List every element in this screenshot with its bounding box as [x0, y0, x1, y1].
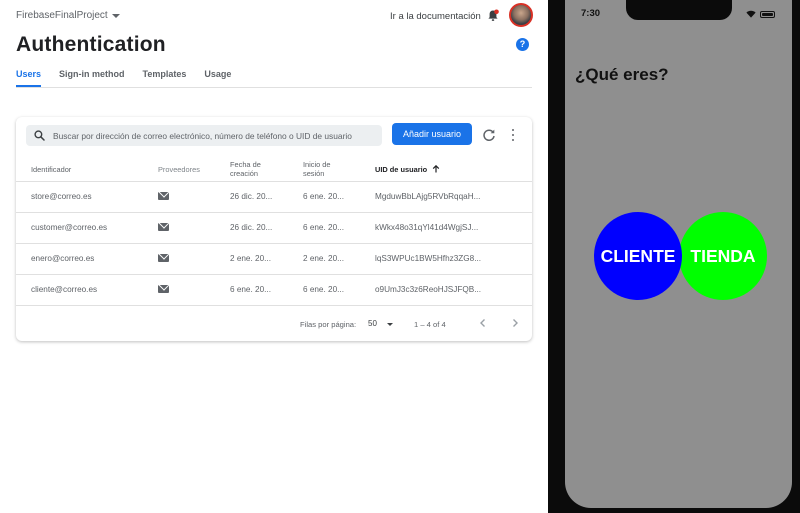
status-icons — [746, 10, 775, 18]
question-heading: ¿Qué eres? — [575, 65, 669, 84]
search-bar[interactable] — [26, 125, 382, 146]
cell-created: 26 dic. 20... — [230, 192, 273, 201]
add-user-button[interactable]: Añadir usuario — [392, 123, 472, 145]
cell-identifier: cliente@correo.es — [31, 285, 98, 294]
users-card: Añadir usuario Identificador Proveedores… — [16, 117, 532, 341]
cell-signed-in: 6 ene. 20... — [303, 223, 344, 232]
cell-identifier: customer@correo.es — [31, 223, 108, 232]
refresh-icon[interactable] — [482, 128, 496, 142]
mail-icon — [158, 254, 169, 262]
tab-templates[interactable]: Templates — [143, 69, 187, 87]
page-title: Authentication — [16, 33, 166, 56]
tab-bar: Users Sign-in method Templates Usage — [16, 69, 231, 87]
cliente-button[interactable]: CLIENTE — [594, 212, 682, 300]
project-selector[interactable]: FirebaseFinalProject — [16, 10, 120, 21]
mail-icon — [158, 192, 169, 200]
mail-icon — [158, 285, 169, 293]
cell-signed-in: 6 ene. 20... — [303, 192, 344, 201]
tienda-label: TIENDA — [690, 245, 756, 266]
tab-usage[interactable]: Usage — [204, 69, 231, 87]
chevron-down-icon[interactable] — [387, 323, 393, 326]
column-providers: Proveedores — [158, 164, 200, 174]
next-page-icon[interactable] — [510, 318, 520, 328]
search-input[interactable] — [53, 130, 378, 141]
page-range: 1 – 4 of 4 — [414, 320, 446, 329]
column-uid: UID de usuario — [375, 164, 428, 174]
sort-arrow-up-icon[interactable] — [432, 165, 440, 173]
column-uid-header[interactable]: UID de usuario — [375, 157, 440, 181]
project-name: FirebaseFinalProject — [16, 10, 108, 21]
cell-uid: lqS3WPUc1BW5Hfhz3ZG8... — [375, 254, 482, 263]
notification-bell-icon[interactable] — [487, 9, 499, 22]
table-row[interactable]: store@correo.es 26 dic. 20... 6 ene. 20.… — [16, 181, 532, 212]
firebase-console: FirebaseFinalProject Ir a la documentaci… — [0, 0, 548, 513]
table-row[interactable]: enero@correo.es 2 ene. 20... 2 ene. 20..… — [16, 243, 532, 274]
cliente-label: CLIENTE — [600, 245, 676, 266]
cell-signed-in: 6 ene. 20... — [303, 285, 344, 294]
cell-created: 2 ene. 20... — [230, 254, 271, 263]
status-time: 7:30 — [581, 8, 601, 19]
phone-simulator: 7:30 ¿Qué eres? TIENDA CLIENTE — [548, 0, 800, 513]
chevron-down-icon — [111, 13, 120, 18]
mail-icon — [158, 223, 169, 231]
docs-link[interactable]: Ir a la documentación — [390, 11, 481, 22]
search-icon — [34, 130, 45, 141]
phone-screen: 7:30 ¿Qué eres? TIENDA CLIENTE — [565, 0, 792, 508]
cell-identifier: store@correo.es — [31, 192, 92, 201]
tienda-button[interactable]: TIENDA — [679, 212, 767, 300]
column-signed-in[interactable]: Inicio de sesión — [303, 157, 347, 181]
cell-uid: MgduwBbLAjg5RVbRqqaH... — [375, 192, 481, 201]
cell-signed-in: 2 ene. 20... — [303, 254, 344, 263]
help-icon[interactable]: ? — [516, 38, 529, 51]
cell-created: 6 ene. 20... — [230, 285, 271, 294]
table-row[interactable]: customer@correo.es 26 dic. 20... 6 ene. … — [16, 212, 532, 243]
column-created[interactable]: Fecha de creación — [230, 157, 278, 181]
more-options-icon[interactable] — [511, 129, 515, 141]
cell-uid: o9UmJ3c3z6ReoHJSJFQB... — [375, 285, 482, 294]
tab-users[interactable]: Users — [16, 69, 42, 87]
table-row[interactable]: cliente@correo.es 6 ene. 20... 6 ene. 20… — [16, 274, 532, 305]
table-header: Identificador Proveedores Fecha de creac… — [16, 157, 532, 181]
user-avatar[interactable] — [509, 3, 533, 27]
battery-icon — [760, 10, 775, 18]
cell-created: 26 dic. 20... — [230, 223, 273, 232]
tab-sign-in-method[interactable]: Sign-in method — [59, 69, 125, 87]
rows-per-page-label: Filas por página: — [300, 320, 357, 329]
phone-notch — [626, 0, 732, 20]
cell-identifier: enero@correo.es — [31, 254, 95, 263]
previous-page-icon[interactable] — [478, 318, 488, 328]
wifi-icon — [746, 10, 756, 18]
rows-per-page-select[interactable]: 50 — [368, 319, 377, 328]
column-identifier: Identificador — [31, 164, 72, 174]
tabs-divider — [16, 87, 532, 88]
cell-uid: kWkx48o31qYl41d4WgjSJ... — [375, 223, 479, 232]
table-pagination: Filas por página: 50 1 – 4 of 4 — [16, 305, 532, 341]
